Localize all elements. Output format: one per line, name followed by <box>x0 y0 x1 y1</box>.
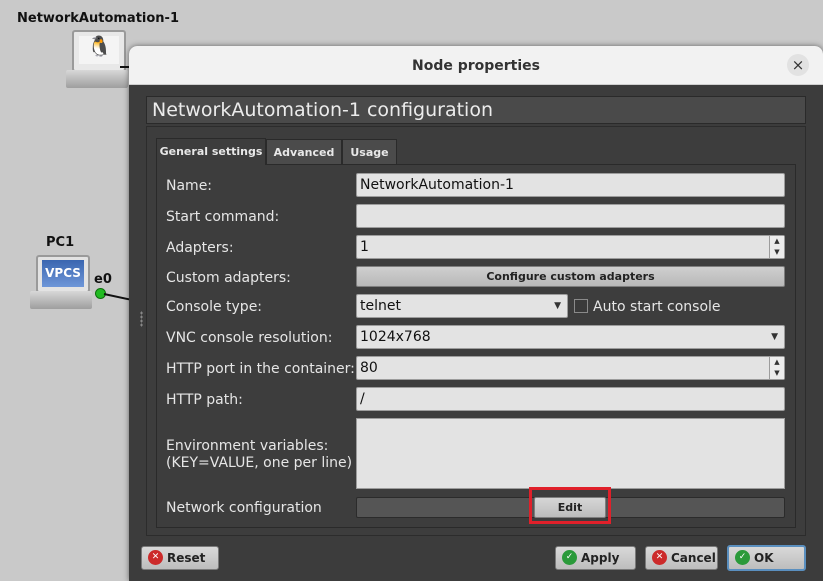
highlight-box <box>529 487 611 524</box>
close-icon[interactable]: × <box>787 54 809 76</box>
console-type-select[interactable]: telnet ▼ <box>356 294 568 318</box>
vnc-resolution-label: VNC console resolution: <box>166 330 333 346</box>
reset-button[interactable]: ✕ Reset <box>141 546 219 570</box>
vpcs-screen-label: VPCS <box>42 260 84 287</box>
adapters-spinbox[interactable]: 1 ▲ ▼ <box>356 235 785 259</box>
vnc-resolution-value: 1024x768 <box>360 329 431 345</box>
http-path-input[interactable]: / <box>356 387 785 411</box>
name-label: Name: <box>166 178 213 194</box>
name-input[interactable]: NetworkAutomation-1 <box>356 173 785 197</box>
env-vars-label: Environment variables: <box>166 438 329 454</box>
http-port-value: 80 <box>360 360 378 376</box>
apply-button[interactable]: ✓ Apply <box>555 546 636 570</box>
resize-grip-icon[interactable] <box>140 311 143 327</box>
env-vars-hint: (KEY=VALUE, one per line) <box>166 455 353 471</box>
http-port-stepper[interactable]: ▲ ▼ <box>769 357 784 379</box>
spin-up-icon[interactable]: ▲ <box>770 357 784 368</box>
chevron-down-icon: ▼ <box>554 301 561 311</box>
tab-general-settings[interactable]: General settings <box>156 138 266 165</box>
cancel-icon: ✕ <box>652 550 667 565</box>
node-label-pc1: PC1 <box>46 235 75 250</box>
ok-button[interactable]: ✓ OK <box>727 545 806 571</box>
port-label-e0: e0 <box>94 272 112 287</box>
spin-up-icon[interactable]: ▲ <box>770 236 784 247</box>
custom-adapters-label: Custom adapters: <box>166 270 291 286</box>
start-command-label: Start command: <box>166 209 280 225</box>
console-type-label: Console type: <box>166 299 263 315</box>
auto-start-console-label: Auto start console <box>593 299 721 315</box>
config-header-title: NetworkAutomation-1 configuration <box>152 99 494 121</box>
dialog-title: Node properties <box>411 58 540 74</box>
start-command-input[interactable] <box>356 204 785 228</box>
network-config-label: Network configuration <box>166 500 322 516</box>
tab-usage[interactable]: Usage <box>342 139 397 165</box>
cancel-label: Cancel <box>671 551 716 565</box>
configure-custom-adapters-button[interactable]: Configure custom adapters <box>356 266 785 287</box>
adapters-label: Adapters: <box>166 240 234 256</box>
reset-label: Reset <box>167 551 206 565</box>
config-header: NetworkAutomation-1 configuration <box>146 96 806 124</box>
console-type-value: telnet <box>360 298 401 314</box>
vpcs-host-icon[interactable]: VPCS <box>30 255 94 313</box>
apply-label: Apply <box>581 551 620 565</box>
linux-host-icon[interactable]: 🐧 <box>66 30 128 92</box>
node-properties-dialog: Node properties × NetworkAutomation-1 co… <box>129 46 823 581</box>
http-port-label: HTTP port in the container: <box>166 361 355 377</box>
spin-down-icon[interactable]: ▼ <box>770 368 784 379</box>
cancel-button[interactable]: ✕ Cancel <box>645 546 718 570</box>
http-path-label: HTTP path: <box>166 392 243 408</box>
adapters-stepper[interactable]: ▲ ▼ <box>769 236 784 258</box>
ok-icon: ✓ <box>735 550 750 565</box>
env-vars-textarea[interactable] <box>356 418 785 489</box>
chevron-down-icon: ▼ <box>771 332 778 342</box>
dialog-titlebar[interactable]: Node properties × <box>129 46 823 85</box>
node-label-networkautomation: NetworkAutomation-1 <box>17 11 179 26</box>
spin-down-icon[interactable]: ▼ <box>770 247 784 258</box>
tux-icon: 🐧 <box>87 34 112 58</box>
http-port-spinbox[interactable]: 80 ▲ ▼ <box>356 356 785 380</box>
apply-icon: ✓ <box>562 550 577 565</box>
tab-advanced[interactable]: Advanced <box>266 139 342 165</box>
adapters-value: 1 <box>360 239 369 255</box>
reset-icon: ✕ <box>148 550 163 565</box>
auto-start-console-checkbox[interactable] <box>574 299 588 313</box>
link-line <box>103 293 132 301</box>
ok-label: OK <box>754 551 774 565</box>
vnc-resolution-select[interactable]: 1024x768 ▼ <box>356 325 785 349</box>
